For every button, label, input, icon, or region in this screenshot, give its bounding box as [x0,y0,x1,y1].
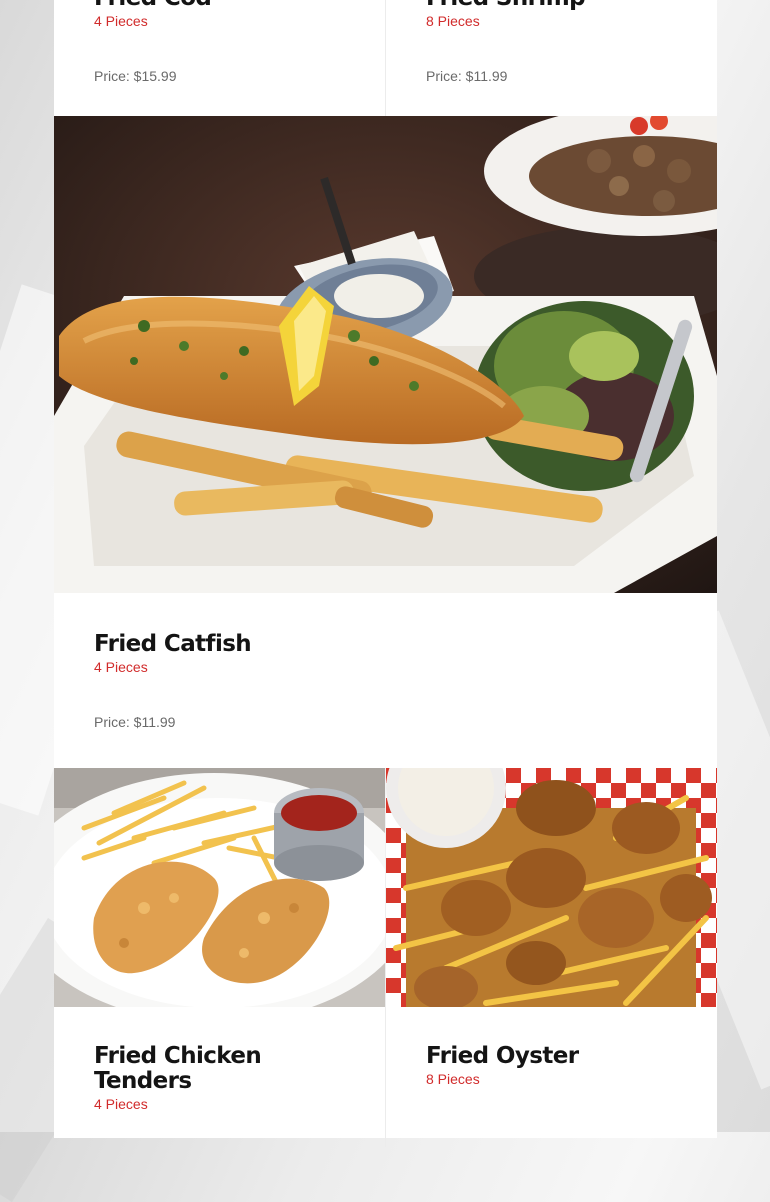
fried-oyster-photo[interactable] [386,768,717,1007]
menu-item-price: Price: $11.99 [426,68,508,84]
menu-item-pieces: 4 Pieces [94,13,148,29]
menu-item-price: Price: $11.99 [94,714,176,730]
menu-card-fried-chicken-tenders[interactable]: Fried Chicken Tenders 4 Pieces [54,768,385,1138]
menu-item-title[interactable]: Fried Catfish [94,632,697,657]
menu-item-title[interactable]: Fried Chicken Tenders [94,1044,294,1094]
menu-card-fried-shrimp[interactable]: Fried Shrimp 8 Pieces Price: $11.99 [386,0,717,116]
card-divider [385,0,386,116]
menu-item-title[interactable]: Fried Cod [94,0,365,11]
menu-item-pieces: 8 Pieces [426,1071,480,1087]
menu-card-fried-cod[interactable]: Fried Cod 4 Pieces Price: $15.99 [54,0,385,116]
menu-item-title[interactable]: Fried Shrimp [426,0,697,11]
card-divider [385,1007,386,1147]
menu-item-pieces: 4 Pieces [94,1096,148,1112]
menu-card-fried-catfish[interactable]: Fried Catfish 4 Pieces Price: $11.99 [54,116,717,768]
menu-item-price: Price: $15.99 [94,68,177,84]
menu-item-pieces: 4 Pieces [94,659,148,675]
menu-item-title[interactable]: Fried Oyster [426,1044,697,1069]
chicken-tenders-photo[interactable] [54,768,385,1007]
fish-and-chips-photo[interactable] [54,116,717,593]
menu-card-fried-oyster[interactable]: Fried Oyster 8 Pieces [386,768,717,1138]
menu-item-pieces: 8 Pieces [426,13,480,29]
